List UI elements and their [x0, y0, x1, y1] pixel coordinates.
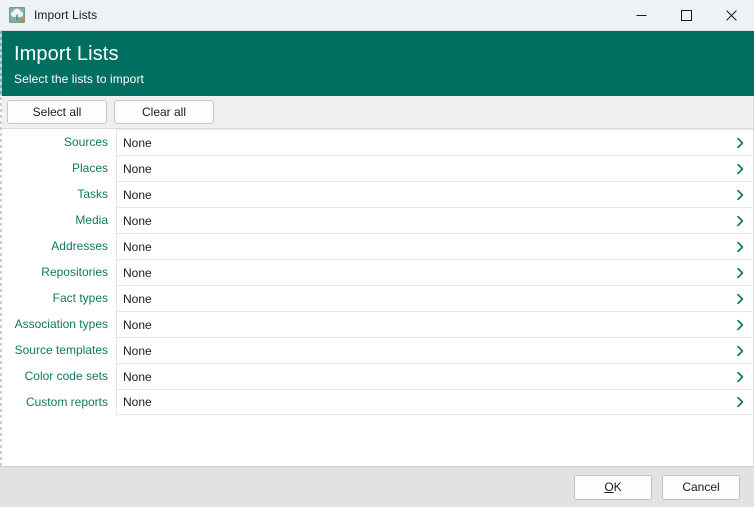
row-value: None: [123, 395, 152, 409]
row-value-cell[interactable]: None: [116, 389, 754, 415]
maximize-button[interactable]: [664, 0, 709, 31]
row-label: Repositories: [41, 265, 108, 279]
ok-accelerator: O: [604, 480, 614, 494]
ok-button[interactable]: OK: [574, 474, 652, 500]
chevron-right-icon[interactable]: [734, 267, 746, 279]
title-bar: Import Lists: [0, 0, 754, 31]
tree-icon: [9, 7, 25, 23]
row-value-cell[interactable]: None: [116, 311, 754, 337]
row-value: None: [123, 187, 152, 202]
chevron-right-icon[interactable]: [734, 215, 746, 227]
row-value: None: [123, 161, 152, 176]
minimize-button[interactable]: [619, 0, 664, 31]
row-value-cell[interactable]: None: [116, 259, 754, 285]
window-title: Import Lists: [34, 8, 98, 22]
row-value: None: [123, 343, 152, 358]
row-label: Source templates: [14, 343, 108, 357]
row-value-cell[interactable]: None: [116, 337, 754, 363]
close-button[interactable]: [709, 0, 754, 31]
minimize-icon: [636, 15, 647, 16]
table-row[interactable]: Custom reports None: [0, 389, 754, 415]
close-icon: [726, 10, 737, 21]
row-value: None: [123, 369, 152, 384]
dialog-banner: Import Lists Select the lists to import: [0, 31, 754, 96]
row-value: None: [123, 265, 152, 280]
row-value: None: [123, 213, 152, 228]
cancel-button[interactable]: Cancel: [662, 474, 740, 500]
clear-all-button[interactable]: Clear all: [114, 100, 214, 124]
row-label: Color code sets: [24, 369, 108, 383]
chevron-right-icon[interactable]: [734, 319, 746, 331]
table-row[interactable]: Fact types None: [0, 285, 754, 311]
page-subtitle: Select the lists to import: [14, 72, 144, 86]
table-row[interactable]: Media None: [0, 207, 754, 233]
table-row[interactable]: Tasks None: [0, 181, 754, 207]
row-value: None: [123, 135, 152, 150]
row-label: Tasks: [77, 187, 108, 201]
table-row[interactable]: Repositories None: [0, 259, 754, 285]
import-lists-dialog: Import Lists Import Lists Select the lis…: [0, 0, 754, 507]
row-label: Custom reports: [25, 395, 108, 409]
row-value-cell[interactable]: None: [116, 363, 754, 389]
row-value-cell[interactable]: None: [116, 233, 754, 259]
table-row[interactable]: Color code sets None: [0, 363, 754, 389]
chevron-right-icon[interactable]: [734, 293, 746, 305]
toolbar: Select all Clear all: [0, 96, 754, 129]
table-row[interactable]: Association types None: [0, 311, 754, 337]
row-label: Sources: [63, 135, 108, 149]
chevron-right-icon[interactable]: [734, 371, 746, 383]
dialog-footer: OK Cancel: [0, 466, 754, 507]
row-label: Addresses: [51, 239, 108, 253]
table-row[interactable]: Sources None: [0, 129, 754, 155]
chevron-right-icon[interactable]: [734, 241, 746, 253]
row-value-cell[interactable]: None: [116, 155, 754, 181]
chevron-right-icon[interactable]: [734, 189, 746, 201]
row-label: Media: [75, 213, 108, 227]
import-list: Sources None Places None Tasks None Media None A…: [0, 129, 754, 466]
row-value-cell[interactable]: None: [116, 285, 754, 311]
row-value-cell[interactable]: None: [116, 181, 754, 207]
row-value: None: [123, 317, 152, 332]
row-value-cell[interactable]: None: [116, 207, 754, 233]
table-row[interactable]: Addresses None: [0, 233, 754, 259]
chevron-right-icon[interactable]: [734, 137, 746, 149]
table-row[interactable]: Places None: [0, 155, 754, 181]
ok-label-rest: K: [613, 480, 622, 494]
maximize-icon: [681, 10, 692, 21]
row-label: Fact types: [52, 291, 108, 305]
table-row[interactable]: Source templates None: [0, 337, 754, 363]
row-value-cell[interactable]: None: [116, 129, 754, 155]
select-all-button[interactable]: Select all: [7, 100, 107, 124]
row-label: Places: [71, 161, 108, 175]
chevron-right-icon[interactable]: [734, 163, 746, 175]
window-controls: [619, 0, 754, 31]
chevron-right-icon[interactable]: [734, 396, 746, 408]
row-value: None: [123, 291, 152, 306]
row-label: Association types: [14, 317, 108, 331]
row-value: None: [123, 239, 152, 254]
page-title: Import Lists: [14, 43, 119, 65]
chevron-right-icon[interactable]: [734, 345, 746, 357]
